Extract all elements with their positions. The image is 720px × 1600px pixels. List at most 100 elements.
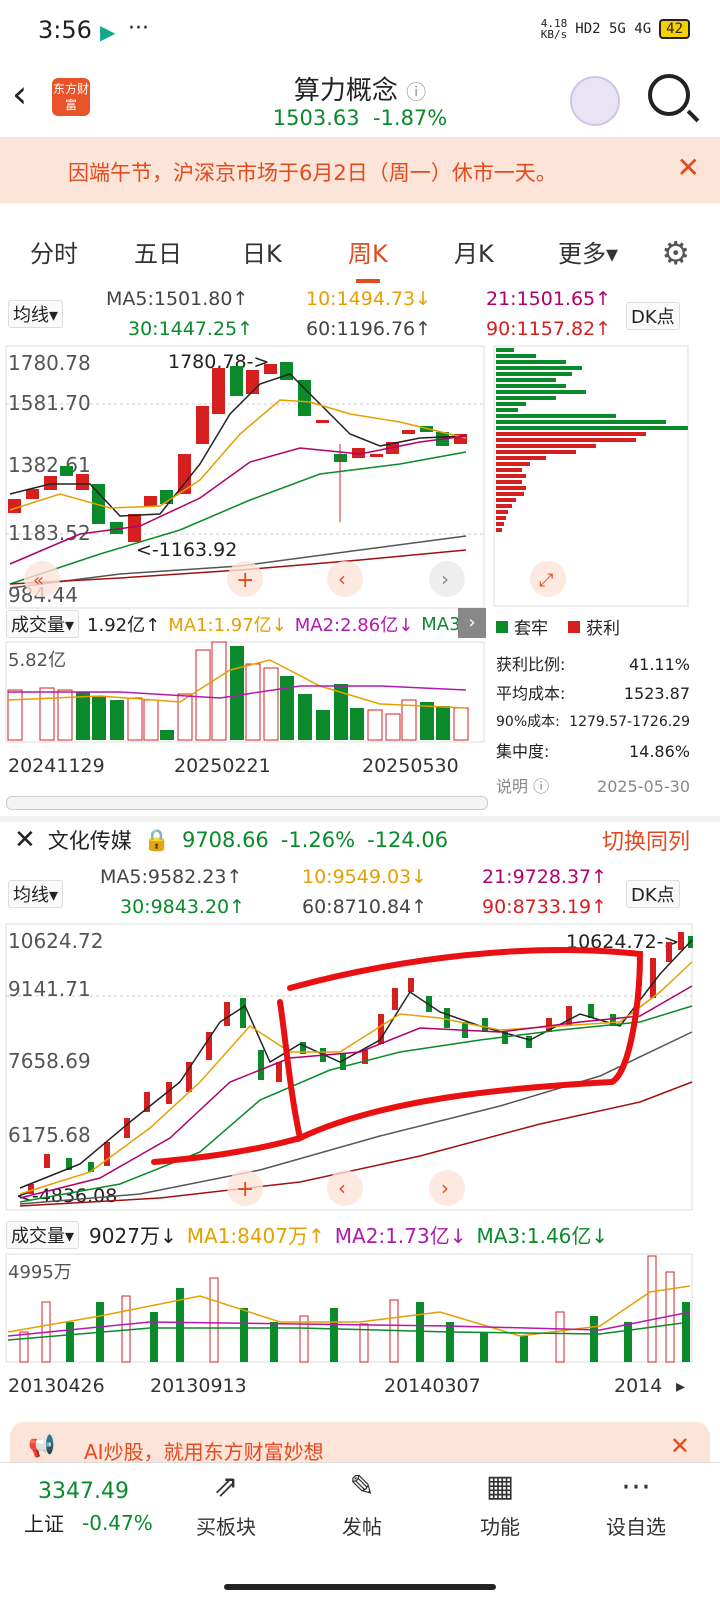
vol-bar [110, 700, 124, 740]
vol-ma1-2: MA1:8407万↑ [186, 1224, 325, 1248]
hold-swatch [496, 620, 508, 633]
y2-label-3: 6175.68 [8, 1123, 91, 1147]
candle [224, 1002, 230, 1026]
chip-bar [496, 378, 556, 382]
index-ticker[interactable]: 3347.49 上证 -0.47% [24, 1479, 153, 1537]
low-marker: <-1163.92 [136, 539, 237, 561]
nav-add-watchlist[interactable]: ⋯ 设自选 [586, 1469, 686, 1540]
volume-select-2[interactable]: 成交量▾ [6, 1220, 80, 1249]
vol-bar [436, 706, 450, 740]
more-icon: ··· [128, 16, 149, 41]
chip-bar [496, 498, 516, 502]
indicator-select-2[interactable]: 均线▾ [8, 880, 64, 908]
double-left-icon: « [33, 570, 44, 591]
volume-select[interactable]: 成交量▾ [6, 610, 80, 638]
tab-weekly-k[interactable]: 周K [348, 234, 388, 283]
home-indicator [224, 1584, 496, 1590]
tab-more[interactable]: 更多▾ [558, 234, 618, 269]
vol-bar [240, 1308, 248, 1362]
profit-legend: 获利 [586, 619, 620, 639]
chip-bar [496, 420, 666, 424]
nav-buy-sector[interactable]: ⇗ 买板块 [176, 1469, 276, 1540]
share-icon: ⇗ [213, 1469, 239, 1504]
info-icon[interactable]: ⓘ [533, 777, 549, 796]
plus-icon: + [236, 1177, 254, 1202]
grid-icon: ▦ [485, 1469, 515, 1504]
gear-icon[interactable]: ⚙ [661, 234, 690, 272]
nav-functions[interactable]: ▦ 功能 [450, 1469, 550, 1540]
chip-bar [496, 510, 508, 514]
candle [76, 474, 89, 490]
vol-bar [420, 702, 434, 740]
lock-icon[interactable]: 🔒 [144, 828, 170, 853]
tab-monthly-k[interactable]: 月K [454, 234, 494, 269]
expand-icon: ⤢ [539, 570, 554, 591]
ma60-label-2: 60:8710.84↑ [302, 896, 428, 918]
volume-value: 1.92亿↑ [87, 615, 161, 636]
volume1-chart: 5.82亿 20241129 20250221 20250530 [5, 641, 485, 777]
candle [444, 1008, 450, 1028]
hand-drawn-annotation [151, 947, 644, 1165]
signal-icon: HD2 5G 4G [575, 21, 652, 37]
vol-bar [446, 1322, 454, 1362]
vol-bar [280, 676, 294, 740]
chip-bar [496, 486, 526, 490]
candle [44, 476, 57, 490]
search-icon[interactable] [648, 74, 690, 116]
close-icon[interactable]: ✕ [14, 825, 36, 855]
y-label-1: 1581.70 [8, 391, 91, 415]
ma21-label: 21:1501.65↑ [486, 288, 612, 310]
stat-note: 说明 ⓘ 2025-05-30 [496, 777, 690, 796]
candle [246, 370, 259, 394]
vol-bar [143, 699, 159, 741]
tab-five-day[interactable]: 五日 [134, 234, 182, 269]
chip-bar [496, 366, 582, 370]
chevron-right-icon[interactable]: ▸ [676, 1376, 685, 1397]
vol-bar [367, 709, 383, 741]
vol-bar [76, 692, 90, 740]
candle [650, 958, 656, 998]
chip-bar [496, 390, 586, 394]
chart2-frame [5, 923, 693, 1211]
y-label-3: 1183.52 [8, 521, 91, 545]
profit-swatch [568, 620, 580, 633]
volume1-header: 成交量▾ 1.92亿↑ MA1:1.97亿↓ MA2:2.86亿↓ MA3:-- [6, 610, 480, 638]
compare-name: 文化传媒 [47, 829, 132, 853]
candle [44, 1154, 50, 1168]
chevron-left-icon: ‹ [338, 567, 346, 591]
tab-intraday[interactable]: 分时 [30, 234, 78, 269]
ai-assistant-avatar[interactable] [570, 76, 620, 126]
vol-bar [350, 708, 364, 740]
chip-bar [496, 474, 526, 478]
close-icon[interactable]: ✕ [677, 151, 700, 184]
close-icon[interactable]: ✕ [670, 1432, 690, 1460]
range-scrollbar[interactable] [6, 796, 488, 810]
chip-bar [496, 396, 556, 400]
switch-button[interactable]: 切换同列 [602, 824, 690, 856]
nav-post[interactable]: ✎ 发帖 [312, 1469, 412, 1540]
stat-row: 平均成本: 1523.87 [496, 684, 690, 703]
date2-1: 20130913 [150, 1375, 247, 1397]
candle [124, 1118, 130, 1138]
vol-ma2-2: MA2:1.73亿↓ [334, 1224, 467, 1248]
tab-daily-k[interactable]: 日K [242, 234, 282, 269]
volume2-header: 成交量▾ 9027万↓ MA1:8407万↑ MA2:1.73亿↓ MA3:1.… [6, 1220, 608, 1249]
chip-bar [496, 426, 688, 430]
edit-icon: ✎ [349, 1469, 375, 1504]
bottom-nav: 3347.49 上证 -0.47% ⇗ 买板块 ✎ 发帖 ▦ 功能 ⋯ 设自选 [0, 1462, 720, 1573]
info-icon[interactable]: ⓘ [406, 80, 426, 104]
date-0: 20241129 [8, 755, 105, 777]
vol-bar [209, 1277, 219, 1363]
volume1-max: 5.82亿 [8, 650, 66, 671]
vol-bar [453, 707, 469, 741]
dk-point-button[interactable]: DK点 [626, 302, 680, 330]
candle [276, 1062, 282, 1082]
index-change: -0.47% [82, 1510, 153, 1535]
indicator-select[interactable]: 均线▾ [8, 300, 64, 328]
vol-bar [624, 1322, 632, 1362]
volume2-chart: 4995万 20130426 20130913 20140307 2014 ▸ [5, 1253, 693, 1397]
dk-point-button-2[interactable]: DK点 [626, 880, 680, 908]
chip-bar [496, 492, 524, 496]
chip-bar [496, 444, 596, 448]
collapse-arrow-icon[interactable]: › [458, 608, 486, 638]
